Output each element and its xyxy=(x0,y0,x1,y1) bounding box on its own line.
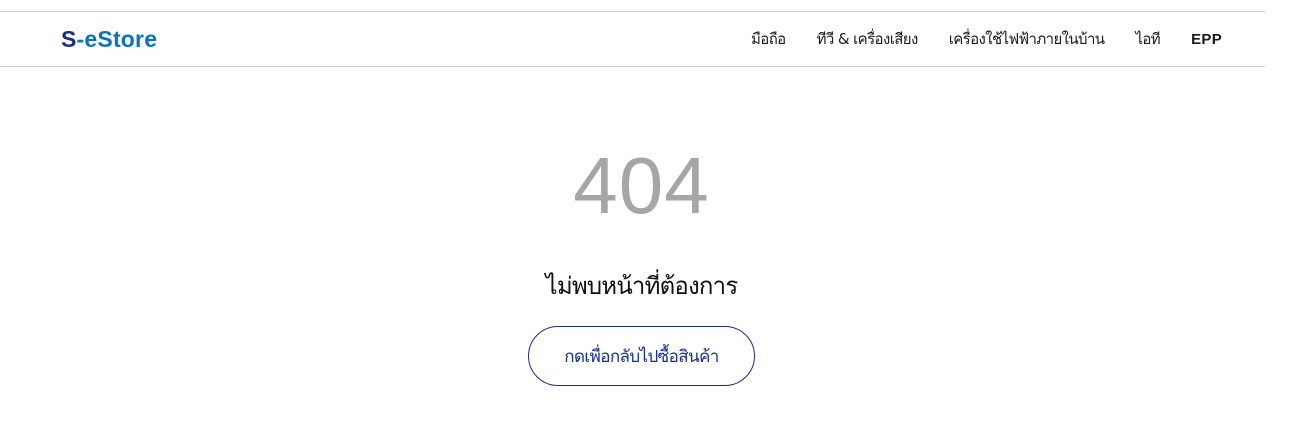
back-to-shop-button[interactable]: กดเพื่อกลับไปซื้อสินค้า xyxy=(528,326,755,386)
error-message: ไม่พบหน้าที่ต้องการ xyxy=(545,272,739,300)
nav-item-tv-audio[interactable]: ทีวี & เครื่องเสียง xyxy=(817,27,919,51)
main-nav: มือถือ ทีวี & เครื่องเสียง เครื่องใช้ไฟฟ… xyxy=(720,12,1265,66)
nav-item-it[interactable]: ไอที xyxy=(1135,27,1160,51)
logo-text: -eStore xyxy=(76,26,158,52)
site-header: S-eStore มือถือ ทีวี & เครื่องเสียง เครื… xyxy=(0,11,1265,67)
nav-item-epp[interactable]: EPP xyxy=(1191,31,1222,48)
nav-item-mobile[interactable]: มือถือ xyxy=(751,27,786,51)
page: S-eStore มือถือ ทีวี & เครื่องเสียง เครื… xyxy=(0,0,1316,424)
error-code: 404 xyxy=(573,141,710,230)
logo-s: S xyxy=(61,26,77,52)
site-logo[interactable]: S-eStore xyxy=(61,25,157,53)
nav-item-home-appliances[interactable]: เครื่องใช้ไฟฟ้าภายในบ้าน xyxy=(949,27,1105,51)
